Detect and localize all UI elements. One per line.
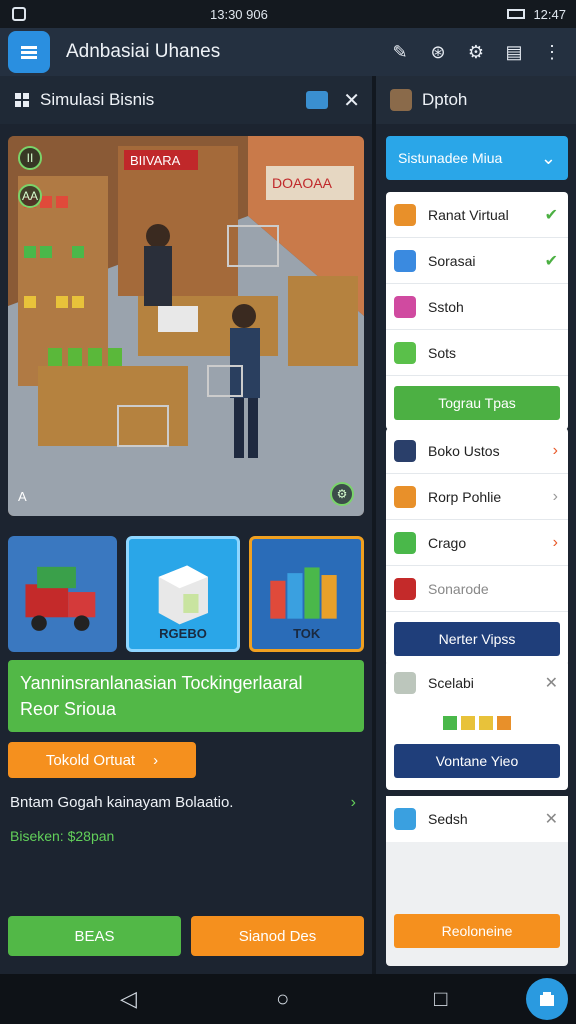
item-icon [394,672,416,694]
list-item[interactable]: Sstoh [386,284,568,330]
home-icon[interactable]: ○ [276,986,289,1012]
bottom-button-row: BEAS Sianod Des [8,916,364,956]
right-panel-title: Dptoh [422,90,468,109]
dashboard-icon [15,93,29,107]
banner-line-1: Yanninsranlanasian Tockingerlaaral [20,673,303,693]
sidebar: Sistunadee Miua ⌄ Ranat Virtual ✔ Sorasai… [376,124,576,974]
list-item[interactable]: Sorasai ✔ [386,238,568,284]
tile-goods[interactable]: TOK [249,536,365,652]
item-icon [394,203,416,226]
sidebar-card-2: Boko Ustos › Rorp Pohlie › Crago › Sonarode… [386,428,568,666]
app-bar: Adnbasiai Uhanes ✎ ⊛ ⚙ ▤ ⋮ [0,28,576,76]
tile-label: RGEBO [159,626,207,641]
send-button[interactable]: Sianod Des [191,916,364,956]
beas-button[interactable]: BEAS [8,916,181,956]
status-bar: 13:30 906 12:47 [0,0,576,28]
card4-header: Sedsh ✕ [386,796,568,842]
description-row[interactable]: Bntam Gogah kainayam Bolaatio. › [10,794,360,811]
card1-button[interactable]: Tograu Tpas [394,386,560,420]
more-icon[interactable]: ⋮ [542,42,562,62]
floating-action-button[interactable] [526,978,568,1020]
sidebar-card-4: Sedsh ✕ Reoloneine [386,796,568,966]
banner-line-2: Reor Srioua [20,699,117,719]
edit-icon[interactable]: ✎ [390,42,410,62]
card3-button[interactable]: Vontane Yieo [394,744,560,778]
list-item[interactable]: Sots [386,330,568,376]
close-icon[interactable]: ✕ [343,88,360,113]
person-icon[interactable]: AA [18,184,42,208]
store-scene-image[interactable]: BIIVARA DOAOAA II AA ⚙ A [8,136,364,516]
right-panel-header: Dptoh [376,76,576,124]
list-item[interactable]: Ranat Virtual ✔ [386,192,568,238]
store-sign-2: DOAOAA [272,175,333,191]
status-time: 12:47 [533,6,566,22]
list-item[interactable]: Rorp Pohlie › [386,474,568,520]
sidebar-dropdown[interactable]: Sistunadee Miua ⌄ [386,136,568,180]
battery-icon [507,9,526,19]
description-text: Bntam Gogah kainayam Bolaatio. [10,794,234,811]
item-icon [394,439,416,462]
chevron-right-icon: › [552,441,558,459]
store-sign-1: BIIVARA [130,153,181,168]
chevron-right-icon: › [552,533,558,551]
list-item[interactable]: Crago › [386,520,568,566]
check-icon: ✔ [544,252,558,270]
card3-header: Scelabi ✕ [386,660,568,706]
item-icon [394,341,416,364]
list-item[interactable]: Boko Ustos › [386,428,568,474]
category-tiles: RGEBO TOK [8,536,365,652]
chevron-down-icon: ⌄ [540,147,556,168]
sidebar-card-3: Scelabi ✕ Vontane Yieo [386,660,568,790]
item-icon [394,531,416,554]
chevron-right-icon: › [350,794,356,811]
settings-icon[interactable]: ⚙ [466,42,486,62]
item-icon [394,808,416,830]
check-icon: ✔ [544,206,558,224]
system-nav-bar: ◁ ○ □ [0,974,576,1024]
cta-button[interactable]: Tokold Ortuat › [8,742,196,778]
scene-corner-label: A [18,489,27,504]
app-title: Adnbasiai Uhanes [66,41,221,62]
menu-icon [21,46,37,59]
item-icon [394,485,416,508]
chart-icon[interactable] [306,91,328,109]
left-panel-title: Simulasi Bisnis [40,90,155,109]
photo-icon [12,7,26,21]
store-icon [540,992,554,1006]
chevron-right-icon: › [153,751,159,769]
item-icon [394,249,416,272]
badge-row [386,706,568,740]
tile-package[interactable]: RGEBO [125,536,241,652]
item-icon [394,295,416,318]
tile-label: TOK [293,626,321,641]
list-item[interactable]: Sonarode [386,566,568,612]
target-icon[interactable]: ⊛ [428,42,448,62]
promo-banner: Yanninsranlanasian Tockingerlaaral Reor … [8,660,364,732]
close-icon[interactable]: ✕ [545,673,558,693]
chevron-right-icon: › [552,487,558,505]
tile-truck[interactable] [8,536,117,652]
back-icon[interactable]: ◁ [120,986,137,1012]
truck-icon [25,566,96,631]
share-icon[interactable]: ▤ [504,42,524,62]
pause-icon[interactable]: II [18,146,42,170]
card2-button[interactable]: Nerter Vipss [394,622,560,656]
price-label: Biseken: $28pan [10,828,115,844]
gear-icon[interactable]: ⚙ [330,482,354,506]
left-panel-header: Simulasi Bisnis ✕ [0,76,372,124]
store-illustration: BIIVARA DOAOAA [8,136,364,516]
item-icon [394,577,416,600]
avatar [390,89,412,111]
close-icon[interactable]: ✕ [545,809,558,829]
card4-button[interactable]: Reoloneine [394,914,560,948]
recents-icon[interactable]: □ [434,986,447,1012]
cta-label: Tokold Ortuat [45,751,136,769]
dropdown-label: Sistunadee Miua [398,150,503,166]
app-logo[interactable] [8,31,50,73]
sidebar-card-1: Ranat Virtual ✔ Sorasai ✔ Sstoh Sots Togra… [386,192,568,430]
status-time-center: 13:30 906 [210,6,268,22]
